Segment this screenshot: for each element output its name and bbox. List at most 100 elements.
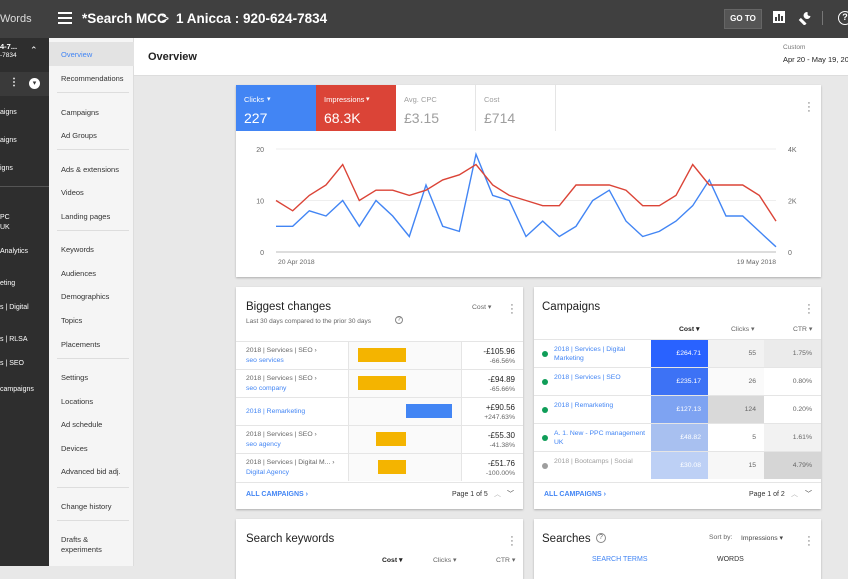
nav-change-history[interactable]: Change history — [61, 502, 111, 511]
metric-tile[interactable]: Cost £714 — [476, 85, 556, 131]
rail-item[interactable]: Analytics — [0, 248, 28, 255]
nav-landing-pages[interactable]: Landing pages — [61, 212, 110, 221]
nav-ads-extensions[interactable]: Ads & extensions — [61, 165, 119, 174]
row-link[interactable]: Digital Agency — [246, 469, 289, 476]
more-vert-icon[interactable]: · · · — [807, 98, 811, 117]
table-row[interactable]: A. 1. New - PPC management UK £48.82 5 1.61… — [534, 423, 821, 451]
metric-tile[interactable]: Impressions ▾ 68.3K — [316, 85, 396, 131]
nav-overview[interactable]: Overview — [61, 50, 92, 59]
chevron-up-icon[interactable]: ︿ — [791, 489, 798, 499]
nav-ad-groups[interactable]: Ad Groups — [61, 131, 97, 140]
nav-recommendations[interactable]: Recommendations — [61, 74, 124, 83]
dropdown-circle-icon[interactable]: ▾ — [29, 78, 40, 89]
rail-item[interactable]: aigns — [0, 109, 17, 116]
rail-item[interactable]: campaigns — [0, 386, 34, 393]
column-header-cost[interactable]: Cost ▾ — [382, 556, 402, 564]
nav-videos[interactable]: Videos — [61, 188, 84, 197]
change-bar — [358, 348, 406, 362]
nav-devices[interactable]: Devices — [61, 444, 88, 453]
nav-ad-schedule[interactable]: Ad schedule — [61, 420, 102, 429]
column-header-clicks[interactable]: Clicks ▾ — [433, 556, 456, 564]
nav-experiments[interactable]: experiments — [61, 545, 102, 554]
table-row[interactable]: 2018 | Remarketing +£90.56 +247.63% — [236, 397, 523, 425]
column-header-ctr[interactable]: CTR ▾ — [496, 556, 515, 564]
expand-icon[interactable]: ⌃ — [30, 45, 38, 56]
all-campaigns-link[interactable]: ALL CAMPAIGNS › — [544, 491, 606, 498]
table-row[interactable]: 2018 | Services | SEO › seo agency -£55.30… — [236, 425, 523, 453]
breadcrumb-root[interactable]: *Search MCC — [82, 11, 167, 26]
all-campaigns-link[interactable]: ALL CAMPAIGNS › — [246, 491, 308, 498]
table-row[interactable]: 2018 | Services | SEO › seo company -£94.8… — [236, 369, 523, 397]
dropdown-arrow-icon[interactable]: ▾ — [366, 95, 370, 103]
change-bar — [376, 432, 406, 446]
tab-words[interactable]: WORDS — [717, 556, 744, 563]
campaign-name-link[interactable]: 2018 | Remarketing — [554, 401, 649, 410]
rail-item[interactable]: s | Digital — [0, 304, 29, 311]
rail-item[interactable]: eting — [0, 280, 15, 287]
nav-placements[interactable]: Placements — [61, 340, 100, 349]
row-link[interactable]: seo agency — [246, 441, 281, 448]
clicks-cell: 124 — [744, 406, 756, 413]
rail-item[interactable]: UK — [0, 224, 10, 231]
sort-dropdown[interactable]: Impressions ▾ — [741, 534, 783, 542]
nav-audiences[interactable]: Audiences — [61, 269, 96, 278]
help-icon[interactable]: ? — [838, 11, 848, 25]
table-row[interactable]: 2018 | Remarketing £127.13 124 0.20% — [534, 395, 821, 423]
table-row[interactable]: 2018 | Services | SEO £235.17 26 0.80% — [534, 367, 821, 395]
change-bar — [378, 460, 406, 474]
menu-icon[interactable] — [58, 12, 72, 24]
chevron-down-icon[interactable]: ﹀ — [805, 489, 812, 499]
date-range-picker[interactable]: Apr 20 - May 19, 20 — [783, 55, 848, 64]
column-header-cost[interactable]: Cost ▾ — [679, 325, 699, 333]
nav-campaigns[interactable]: Campaigns — [61, 108, 99, 117]
more-vert-icon[interactable]: · · · — [807, 532, 811, 551]
more-vert-icon[interactable]: · · · — [807, 300, 811, 319]
metric-tile[interactable]: Avg. CPC £3.15 — [396, 85, 476, 131]
more-vert-icon[interactable]: · · · — [510, 532, 514, 551]
more-vert-icon[interactable]: · · · — [510, 300, 514, 319]
rail-item[interactable]: igns — [0, 165, 13, 172]
table-row[interactable]: 2018 | Services | SEO › seo services -£105… — [236, 341, 523, 369]
rail-item[interactable]: PC — [0, 214, 10, 221]
more-vert-icon[interactable]: ⋮ — [9, 77, 19, 88]
nav-settings[interactable]: Settings — [61, 373, 88, 382]
column-header-clicks[interactable]: Clicks ▾ — [731, 325, 754, 333]
goto-button[interactable]: GO TO — [724, 9, 762, 29]
reports-icon[interactable] — [772, 11, 786, 25]
nav-demographics[interactable]: Demographics — [61, 292, 109, 301]
chevron-up-icon[interactable]: ︿ — [494, 489, 501, 499]
pager-label: Page 1 of 2 — [749, 491, 785, 498]
help-icon[interactable]: ? — [596, 533, 606, 543]
nav-topics[interactable]: Topics — [61, 316, 82, 325]
tab-search-terms[interactable]: SEARCH TERMS — [592, 556, 648, 563]
row-link[interactable]: seo company — [246, 385, 286, 392]
metric-tile[interactable]: Clicks ▾ 227 — [236, 85, 316, 131]
nav-locations[interactable]: Locations — [61, 397, 93, 406]
table-row[interactable]: 2018 | Services | Digital Marketing £264.… — [534, 339, 821, 367]
table-row[interactable]: 2018 | Bootcamps | Social £30.08 15 4.79% — [534, 451, 821, 479]
campaign-name-link[interactable]: 2018 | Bootcamps | Social — [554, 457, 649, 466]
campaign-name-link[interactable]: 2018 | Services | Digital Marketing — [554, 345, 649, 363]
sort-dropdown[interactable]: Cost ▾ — [472, 303, 491, 311]
column-header-ctr[interactable]: CTR ▾ — [793, 325, 812, 333]
chevron-down-icon[interactable]: ﹀ — [507, 489, 514, 499]
x-tick-start: 20 Apr 2018 — [278, 259, 315, 266]
cost-cell: £30.08 — [680, 462, 701, 469]
nav-drafts[interactable]: Drafts & — [61, 535, 88, 544]
nav-advanced-bid-adj[interactable]: Advanced bid adj. — [61, 467, 121, 476]
breadcrumb-account[interactable]: 1 Anicca : 920-624-7834 — [176, 11, 327, 26]
campaign-name-link[interactable]: A. 1. New - PPC management UK — [554, 429, 649, 447]
row-link[interactable]: 2018 | Remarketing — [246, 408, 305, 415]
table-row[interactable]: 2018 | Services | Digital M... › Digital … — [236, 453, 523, 481]
rail-item[interactable]: s | SEO — [0, 360, 24, 367]
dropdown-arrow-icon[interactable]: ▾ — [267, 95, 271, 103]
nav-keywords[interactable]: Keywords — [61, 245, 94, 254]
rail-item[interactable]: s | RLSA — [0, 336, 28, 343]
wrench-icon[interactable] — [798, 11, 812, 26]
rail-account-line1[interactable]: 4-7... — [0, 42, 17, 51]
campaigns-card: Campaigns · · · Cost ▾ Clicks ▾ CTR ▾ 2018… — [534, 287, 821, 509]
rail-item[interactable]: aigns — [0, 137, 17, 144]
campaign-name-link[interactable]: 2018 | Services | SEO — [554, 373, 649, 382]
row-link[interactable]: seo services — [246, 357, 284, 364]
help-icon[interactable]: ? — [395, 316, 403, 324]
